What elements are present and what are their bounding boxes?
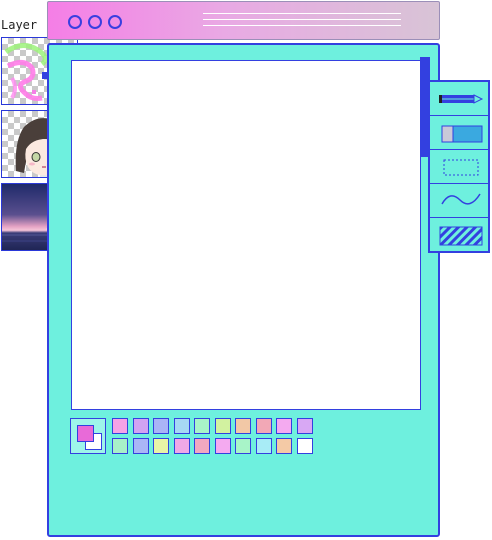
window-titlebar[interactable] xyxy=(47,1,440,40)
color-swatch[interactable] xyxy=(153,418,169,434)
color-swatch[interactable] xyxy=(296,418,313,434)
pencil-icon xyxy=(439,94,484,104)
maximize-button[interactable] xyxy=(88,15,102,29)
wave-icon xyxy=(441,193,481,205)
color-swatch[interactable] xyxy=(194,418,210,434)
color-swatch[interactable] xyxy=(112,418,128,434)
color-swatch[interactable] xyxy=(173,438,190,454)
hatch-icon xyxy=(439,226,483,246)
color-swatch[interactable] xyxy=(132,418,149,434)
titlebar-decoration-line xyxy=(203,13,401,14)
layer-panel-title: Layer xyxy=(1,18,38,32)
color-swatch[interactable] xyxy=(255,418,272,434)
minimize-button[interactable] xyxy=(68,15,82,29)
select-tool[interactable] xyxy=(430,150,488,184)
dotted-rect-icon xyxy=(443,159,479,176)
eraser-icon xyxy=(441,125,483,143)
eraser-tool[interactable] xyxy=(430,116,488,150)
color-swatch[interactable] xyxy=(276,418,292,434)
color-swatch[interactable] xyxy=(153,438,169,454)
color-swatch[interactable] xyxy=(255,438,272,454)
color-swatch[interactable] xyxy=(296,438,313,454)
color-swatch[interactable] xyxy=(235,438,251,454)
color-swatch[interactable] xyxy=(173,418,190,434)
tool-panel xyxy=(428,80,490,253)
drawing-canvas[interactable] xyxy=(71,60,421,410)
curve-tool[interactable] xyxy=(430,184,488,218)
foreground-color[interactable] xyxy=(77,425,94,442)
current-color-selector[interactable] xyxy=(70,418,106,454)
color-swatch[interactable] xyxy=(112,438,128,454)
pencil-tool[interactable] xyxy=(430,82,488,116)
close-button[interactable] xyxy=(108,15,122,29)
color-swatch[interactable] xyxy=(194,438,210,454)
paint-window xyxy=(47,43,440,537)
fill-tool[interactable] xyxy=(430,218,488,252)
color-swatch[interactable] xyxy=(132,438,149,454)
color-swatch[interactable] xyxy=(214,438,231,454)
color-swatch[interactable] xyxy=(276,438,292,454)
titlebar-decoration-line xyxy=(203,25,401,26)
titlebar-decoration-line xyxy=(203,19,401,20)
color-swatch[interactable] xyxy=(235,418,251,434)
color-swatch[interactable] xyxy=(214,418,231,434)
